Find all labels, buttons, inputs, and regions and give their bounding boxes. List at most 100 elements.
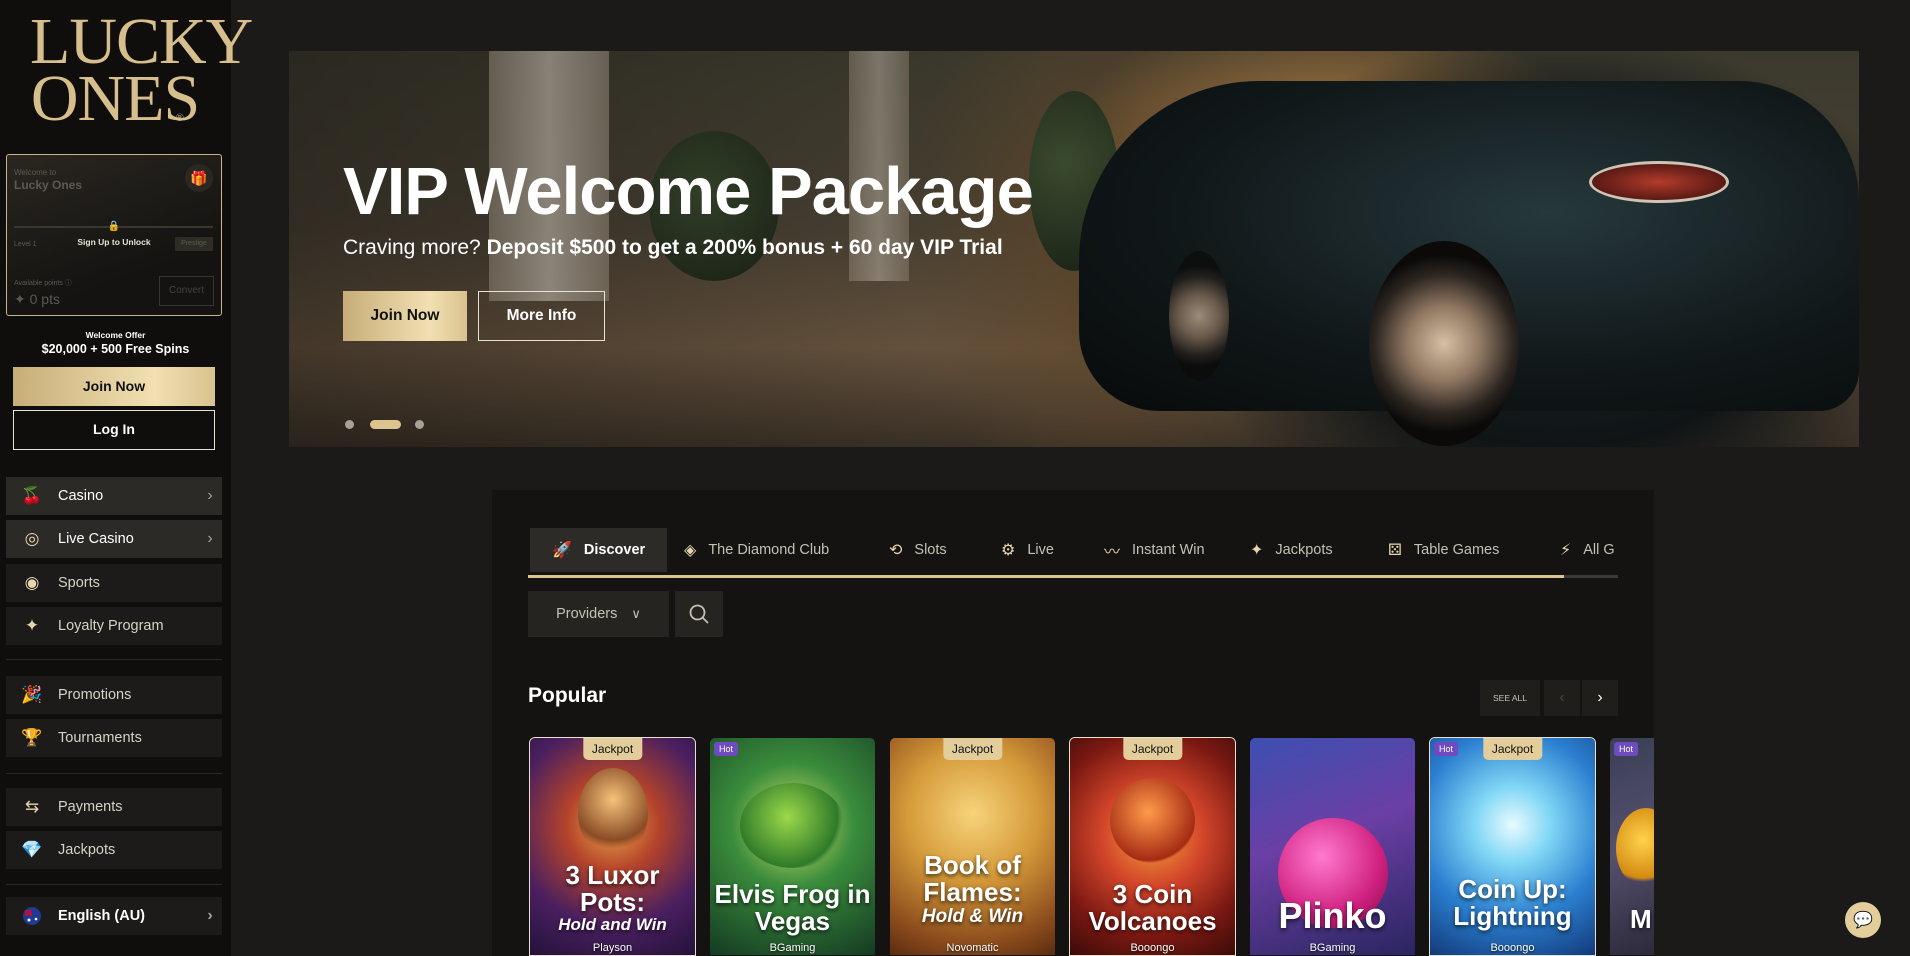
jackpot-badge: Jackpot [1482,738,1543,760]
hero-subtitle: Craving more? Deposit $500 to get a 200%… [343,236,1003,260]
cherries-icon: 🍒 [21,486,43,505]
hero-join-button[interactable]: Join Now [343,291,467,341]
game-title: 3 Luxor Pots: [565,860,660,917]
tab-discover[interactable]: 🚀 Discover [530,528,668,572]
sidebar-item-label: Sports [58,575,100,591]
game-subtitle: Hold and Win [558,915,667,934]
sidebar-item-label: Live Casino [58,531,134,547]
loyalty-welcome: Welcome to [14,168,57,177]
tab-live[interactable]: ⚙ Live [1001,528,1054,572]
sidebar-item-label: Promotions [58,687,132,703]
game-provider: Booongo [1130,942,1175,954]
chevron-left-icon: ‹ [1559,689,1565,706]
game-card[interactable]: Hot Elvis Frog in Vegas BGaming [709,737,876,956]
transfer-arrows-icon: ⇆ [24,797,40,816]
game-card[interactable]: Plinko BGaming [1249,737,1416,956]
sidebar-item-label: Payments [58,799,123,815]
tab-all-games[interactable]: ⚡ All G [1560,528,1615,572]
tab-table-games[interactable]: ⚄ Table Games [1388,528,1499,572]
game-card[interactable]: Jackpot 3 Luxor Pots: Hold and Win Plays… [529,737,696,956]
sidebar-item-live-casino[interactable]: ◎ Live Casino › [6,520,222,558]
sidebar-item-tournaments[interactable]: 🏆 Tournaments [6,719,222,757]
hero-car-wheel [1369,241,1519,446]
game-card[interactable]: Hot Jackpot Coin Up: Lightning Booongo [1429,737,1596,956]
game-art-figure [740,783,845,868]
hot-badge: Hot [1614,742,1639,756]
carousel-next-button[interactable]: › [1582,680,1618,716]
chat-bubble-icon: 💬 [1853,912,1873,929]
sidebar-item-loyalty[interactable]: ✦ Loyalty Program [6,607,222,645]
games-panel: 🚀 Discover ◈ The Diamond Club ⟲ Slots ⚙ … [492,490,1654,956]
category-tabs: 🚀 Discover ◈ The Diamond Club ⟲ Slots ⚙ … [528,528,1618,573]
sidebar-item-casino[interactable]: 🍒 Casino › [6,477,222,515]
trophy-icon: 🏆 [21,728,43,747]
game-card[interactable]: Jackpot 3 Coin Volcanoes Booongo [1069,737,1236,956]
language-selector[interactable]: English (AU) › [6,897,222,935]
chip-icon: ◎ [24,529,40,548]
jackpot-badge: Jackpot [1122,738,1183,760]
hero-subtitle-plain: Craving more? [343,236,481,259]
tab-label: Instant Win [1132,542,1205,558]
sidebar-item-sports[interactable]: ◉ Sports [6,564,222,602]
sidebar-item-label: Loyalty Program [58,618,164,634]
game-art-figure [578,768,648,858]
tab-slots[interactable]: ⟲ Slots [889,528,947,572]
diamond-icon: 💎 [21,840,43,859]
convert-button[interactable]: Convert [159,276,214,306]
sidebar: LUCKY ONES ® Welcome to Lucky Ones 🎁 🔒 S… [0,0,253,956]
sidebar-login-button[interactable]: Log In [13,410,215,450]
game-provider: Playson [592,942,633,954]
hero-car-taillight [1589,161,1729,203]
chevron-right-icon: › [207,530,213,547]
bolt-icon: ⚡ [1560,542,1572,559]
providers-label: Providers [556,606,618,622]
tab-label: Slots [914,542,947,558]
target-icon: ◉ [24,573,40,592]
tab-label: The Diamond Club [708,542,830,558]
sparkle-icon: ✦ [1250,542,1264,559]
tab-diamond-club[interactable]: ◈ The Diamond Club [684,528,829,572]
lock-icon: 🔒 [107,221,121,232]
chevron-right-icon: › [207,907,213,924]
see-all-button[interactable]: SEE ALL [1480,680,1540,716]
game-card[interactable]: Hot M [1609,737,1654,956]
tab-jackpots[interactable]: ✦ Jackpots [1250,528,1333,572]
rocket-icon: 🚀 [552,542,572,559]
hero-subtitle-bold: Deposit $500 to get a 200% bonus + 60 da… [486,236,1003,259]
carousel-prev-button[interactable]: ‹ [1544,680,1580,716]
slots-icon: ⟲ [889,542,903,559]
tab-label: Live [1027,542,1054,558]
sparkle-icon: ✦ [24,616,40,635]
sidebar-item-label: Jackpots [58,842,116,858]
chat-support-button[interactable]: 💬 [1845,902,1881,938]
search-button[interactable] [675,591,723,637]
logo-line-2: ONES [30,61,200,135]
tab-label: All G [1583,542,1615,558]
game-subtitle: Hold & Win [921,906,1024,927]
diamond-icon: ◈ [684,542,697,559]
game-provider: Booongo [1490,942,1535,954]
game-title: Coin Up: Lightning [1453,874,1572,931]
hot-badge: Hot [714,742,739,756]
tab-instant-win[interactable]: 〰 Instant Win [1104,528,1205,572]
carousel-dot-3[interactable] [415,420,424,429]
sidebar-item-promotions[interactable]: 🎉 Promotions [6,676,222,714]
carousel-dot-2[interactable] [370,420,401,429]
hero-more-info-button[interactable]: More Info [478,291,605,341]
providers-dropdown[interactable]: Providers ∨ [528,591,669,637]
dice-icon: ⚄ [1388,542,1402,559]
carousel-dot-1[interactable] [345,420,354,429]
sidebar-item-payments[interactable]: ⇆ Payments [6,788,222,826]
jackpot-badge: Jackpot [582,738,643,760]
jackpot-badge: Jackpot [942,738,1003,760]
language-label: English (AU) [58,908,145,924]
sidebar-item-jackpots[interactable]: 💎 Jackpots [6,831,222,869]
sidebar-join-button[interactable]: Join Now [13,367,215,406]
hero-banner[interactable]: VIP Welcome Package Craving more? Deposi… [289,51,1859,447]
live-icon: ⚙ [1001,542,1016,559]
hero-car-wheel [1169,251,1229,381]
game-card[interactable]: Jackpot Book of Flames: Hold & Win Novom… [889,737,1056,956]
sidebar-item-label: Tournaments [58,730,142,746]
brand-logo[interactable]: LUCKY ONES ® [30,9,253,135]
chevron-down-icon: ∨ [631,606,641,621]
